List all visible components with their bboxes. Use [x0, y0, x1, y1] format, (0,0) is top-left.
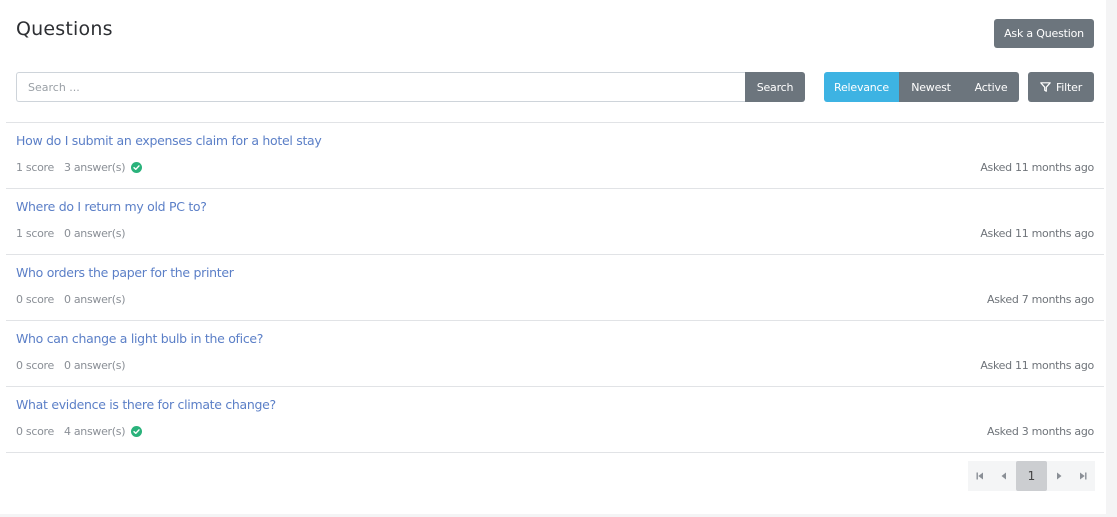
question-answer-count: 0 answer(s)	[63, 293, 126, 306]
question-row: Who orders the paper for the printer 0 sc…	[6, 255, 1104, 321]
question-answer-count: 4 answer(s)	[63, 425, 126, 438]
previous-page-icon[interactable]	[992, 461, 1016, 491]
question-row: What evidence is there for climate chang…	[6, 387, 1104, 453]
pagination: 1	[968, 461, 1095, 491]
accepted-answer-icon	[131, 162, 143, 173]
question-score: 1 score	[16, 227, 54, 240]
question-asked-time: Asked 11 months ago	[980, 359, 1094, 372]
sort-toggle-group: Relevance Newest Active	[824, 72, 1019, 102]
question-meta: 0 score 0 answer(s)	[16, 293, 126, 306]
questions-panel: Questions Ask a Question Search Relevanc…	[0, 0, 1106, 514]
question-title-link[interactable]: Where do I return my old PC to?	[16, 199, 207, 214]
question-list: How do I submit an expenses claim for a …	[6, 122, 1104, 453]
question-title-link[interactable]: How do I submit an expenses claim for a …	[16, 133, 322, 148]
question-title-link[interactable]: Who orders the paper for the printer	[16, 265, 234, 280]
funnel-icon	[1040, 82, 1051, 92]
question-title-link[interactable]: What evidence is there for climate chang…	[16, 397, 276, 412]
page-title: Questions	[16, 18, 113, 40]
question-answer-count: 0 answer(s)	[63, 227, 126, 240]
question-asked-time: Asked 7 months ago	[987, 293, 1094, 306]
question-asked-time: Asked 11 months ago	[980, 161, 1094, 174]
question-meta: 0 score 4 answer(s)	[16, 425, 143, 438]
question-score: 0 score	[16, 359, 54, 372]
question-score: 1 score	[16, 161, 54, 174]
question-answer-count: 3 answer(s)	[63, 161, 126, 174]
question-score: 0 score	[16, 293, 54, 306]
question-asked-time: Asked 3 months ago	[987, 425, 1094, 438]
next-page-icon[interactable]	[1047, 461, 1071, 491]
sort-relevance-button[interactable]: Relevance	[824, 72, 899, 102]
question-title-link[interactable]: Who can change a light bulb in the ofice…	[16, 331, 263, 346]
question-answer-count: 0 answer(s)	[63, 359, 126, 372]
last-page-icon[interactable]	[1071, 461, 1095, 491]
search-button[interactable]: Search	[745, 72, 805, 102]
filter-button[interactable]: Filter	[1028, 72, 1094, 102]
accepted-answer-icon	[131, 426, 143, 437]
page-number-button[interactable]: 1	[1016, 461, 1047, 491]
question-asked-time: Asked 11 months ago	[980, 227, 1094, 240]
question-row: Where do I return my old PC to? 1 score 0 …	[6, 189, 1104, 255]
filter-label: Filter	[1055, 80, 1083, 94]
question-meta: 1 score 0 answer(s)	[16, 227, 126, 240]
first-page-icon[interactable]	[968, 461, 992, 491]
question-row: Who can change a light bulb in the ofice…	[6, 321, 1104, 387]
question-meta: 0 score 0 answer(s)	[16, 359, 126, 372]
question-meta: 1 score 3 answer(s)	[16, 161, 143, 174]
question-row: How do I submit an expenses claim for a …	[6, 123, 1104, 189]
sort-newest-button[interactable]: Newest	[899, 72, 963, 102]
ask-question-button[interactable]: Ask a Question	[994, 19, 1094, 48]
search-input[interactable]	[16, 72, 746, 102]
sort-active-button[interactable]: Active	[963, 72, 1019, 102]
question-score: 0 score	[16, 425, 54, 438]
